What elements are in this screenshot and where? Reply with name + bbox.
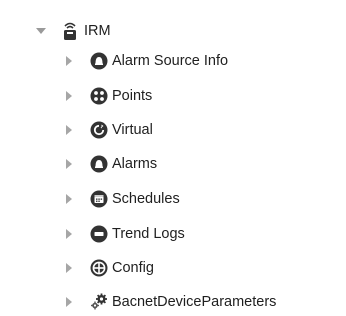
gears-icon [90, 293, 108, 311]
expand-caret-icon[interactable] [66, 159, 72, 169]
tree-node-alarm-source-info[interactable]: Alarm Source Info [0, 46, 228, 76]
tree-node-label: BacnetDeviceParameters [112, 294, 277, 310]
collapse-caret-icon[interactable] [36, 28, 46, 34]
tree-node-virtual[interactable]: Virtual [0, 115, 153, 145]
tree-node-trend-logs[interactable]: Trend Logs [0, 219, 185, 249]
tree-node-label: Alarm Source Info [112, 53, 229, 69]
alarm-source-info-icon [90, 52, 108, 70]
virtual-icon [90, 121, 108, 139]
schedules-icon [90, 190, 108, 208]
points-icon [90, 87, 108, 105]
tree-node-label: Alarms [112, 156, 158, 172]
config-icon [90, 259, 108, 277]
tree-node-label: Trend Logs [112, 226, 185, 242]
nav-tree: IRM Alarm Source Info Points Virtual Ala… [0, 0, 346, 316]
expand-caret-icon[interactable] [66, 194, 72, 204]
station-icon [61, 22, 79, 40]
tree-node-label: IRM [84, 23, 111, 39]
tree-node-points[interactable]: Points [0, 81, 152, 111]
expand-caret-icon[interactable] [66, 125, 72, 135]
expand-caret-icon[interactable] [66, 91, 72, 101]
tree-node-label: Points [112, 88, 153, 104]
tree-node-irm[interactable]: IRM [0, 16, 111, 46]
tree-node-bacnet-device-parameters[interactable]: BacnetDeviceParameters [0, 287, 276, 316]
expand-caret-icon[interactable] [66, 56, 72, 66]
tree-node-alarms[interactable]: Alarms [0, 149, 157, 179]
expand-caret-icon[interactable] [66, 297, 72, 307]
tree-node-config[interactable]: Config [0, 253, 154, 283]
expand-caret-icon[interactable] [66, 263, 72, 273]
tree-node-label: Schedules [112, 191, 180, 207]
trend-logs-icon [90, 225, 108, 243]
alarms-icon [90, 155, 108, 173]
tree-node-label: Config [112, 260, 154, 276]
tree-node-label: Virtual [112, 122, 153, 138]
tree-node-schedules[interactable]: Schedules [0, 184, 180, 214]
expand-caret-icon[interactable] [66, 229, 72, 239]
